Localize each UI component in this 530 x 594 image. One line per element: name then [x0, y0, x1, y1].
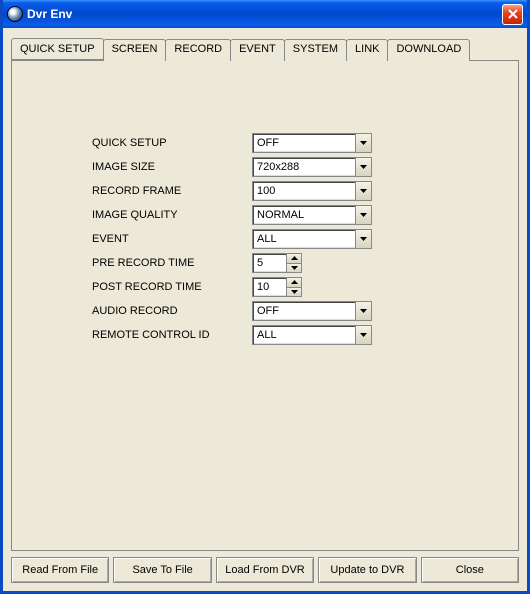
combo-quick-setup[interactable]: OFF: [252, 133, 372, 153]
chevron-down-icon: [355, 326, 371, 344]
combo-image-quality-value: NORMAL: [253, 209, 355, 221]
tab-download[interactable]: DOWNLOAD: [387, 39, 470, 61]
titlebar: Dvr Env: [3, 0, 527, 28]
close-button[interactable]: Close: [421, 557, 519, 583]
spin-up-button[interactable]: [287, 254, 301, 264]
row-post-record-time: POST RECORD TIME 10: [92, 275, 372, 299]
label-image-size: IMAGE SIZE: [92, 161, 252, 173]
combo-record-frame[interactable]: 100: [252, 181, 372, 201]
button-bar: Read From File Save To File Load From DV…: [11, 551, 519, 583]
row-remote-control-id: REMOTE CONTROL ID ALL: [92, 323, 372, 347]
chevron-down-icon: [355, 206, 371, 224]
row-event: EVENT ALL: [92, 227, 372, 251]
update-to-dvr-button[interactable]: Update to DVR: [318, 557, 416, 583]
tab-record[interactable]: RECORD: [165, 39, 231, 61]
label-quick-setup: QUICK SETUP: [92, 137, 252, 149]
spin-up-button[interactable]: [287, 278, 301, 288]
tab-screen[interactable]: SCREEN: [103, 39, 167, 61]
combo-record-frame-value: 100: [253, 185, 355, 197]
combo-quick-setup-value: OFF: [253, 137, 355, 149]
label-pre-record-time: PRE RECORD TIME: [92, 257, 252, 269]
chevron-down-icon: [355, 230, 371, 248]
row-quick-setup: QUICK SETUP OFF: [92, 131, 372, 155]
close-window-button[interactable]: [502, 4, 523, 25]
chevron-down-icon: [355, 134, 371, 152]
row-pre-record-time: PRE RECORD TIME 5: [92, 251, 372, 275]
window: Dvr Env QUICK SETUP SCREEN RECORD EVENT …: [0, 0, 530, 594]
tab-system[interactable]: SYSTEM: [284, 39, 347, 61]
app-icon: [7, 6, 23, 22]
client-area: QUICK SETUP SCREEN RECORD EVENT SYSTEM L…: [3, 28, 527, 591]
tab-quick-setup[interactable]: QUICK SETUP: [11, 38, 104, 60]
read-from-file-button[interactable]: Read From File: [11, 557, 109, 583]
row-image-quality: IMAGE QUALITY NORMAL: [92, 203, 372, 227]
row-audio-record: AUDIO RECORD OFF: [92, 299, 372, 323]
chevron-down-icon: [355, 182, 371, 200]
combo-audio-record-value: OFF: [253, 305, 355, 317]
label-remote-control-id: REMOTE CONTROL ID: [92, 329, 252, 341]
load-from-dvr-button[interactable]: Load From DVR: [216, 557, 314, 583]
row-image-size: IMAGE SIZE 720x288: [92, 155, 372, 179]
spin-post-record-time-value: 10: [253, 278, 286, 296]
combo-image-size[interactable]: 720x288: [252, 157, 372, 177]
combo-image-quality[interactable]: NORMAL: [252, 205, 372, 225]
tab-link[interactable]: LINK: [346, 39, 388, 61]
label-audio-record: AUDIO RECORD: [92, 305, 252, 317]
chevron-down-icon: [355, 158, 371, 176]
tabstrip: QUICK SETUP SCREEN RECORD EVENT SYSTEM L…: [11, 38, 519, 60]
form-area: QUICK SETUP OFF IMAGE SIZE 720x288 RECOR…: [92, 131, 372, 347]
chevron-down-icon: [355, 302, 371, 320]
combo-image-size-value: 720x288: [253, 161, 355, 173]
spin-pre-record-time-value: 5: [253, 254, 286, 272]
tabpanel-quick-setup: QUICK SETUP OFF IMAGE SIZE 720x288 RECOR…: [11, 60, 519, 551]
combo-event[interactable]: ALL: [252, 229, 372, 249]
row-record-frame: RECORD FRAME 100: [92, 179, 372, 203]
spin-down-button[interactable]: [287, 264, 301, 273]
label-event: EVENT: [92, 233, 252, 245]
label-image-quality: IMAGE QUALITY: [92, 209, 252, 221]
combo-remote-control-id-value: ALL: [253, 329, 355, 341]
spin-pre-record-time[interactable]: 5: [252, 253, 302, 273]
spin-down-button[interactable]: [287, 288, 301, 297]
tab-event[interactable]: EVENT: [230, 39, 285, 61]
label-record-frame: RECORD FRAME: [92, 185, 252, 197]
window-title: Dvr Env: [27, 7, 502, 21]
spin-post-record-time[interactable]: 10: [252, 277, 302, 297]
save-to-file-button[interactable]: Save To File: [113, 557, 211, 583]
close-icon: [508, 9, 518, 19]
combo-audio-record[interactable]: OFF: [252, 301, 372, 321]
spin-post-record-time-buttons: [286, 278, 301, 296]
combo-event-value: ALL: [253, 233, 355, 245]
combo-remote-control-id[interactable]: ALL: [252, 325, 372, 345]
label-post-record-time: POST RECORD TIME: [92, 281, 252, 293]
spin-pre-record-time-buttons: [286, 254, 301, 272]
